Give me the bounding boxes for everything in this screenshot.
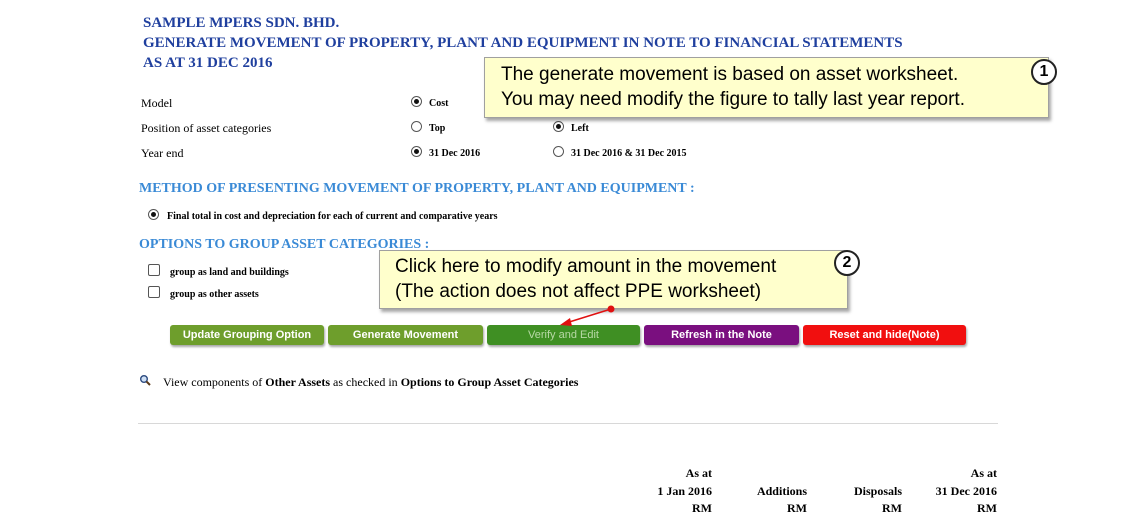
callout-1-line2: You may need modify the figure to tally … <box>501 89 965 110</box>
method-final-total-label: Final total in cost and depreciation for… <box>167 211 498 222</box>
group-land-buildings-checkbox[interactable] <box>148 264 160 276</box>
view-prefix: View components of <box>163 375 266 389</box>
col-additions-l2: Additions <box>756 484 807 498</box>
year-end-both-radio[interactable] <box>553 146 564 157</box>
options-group-link[interactable]: Options to Group Asset Categories <box>401 375 579 389</box>
report-date: AS AT 31 DEC 2016 <box>143 55 273 71</box>
method-heading: METHOD OF PRESENTING MOVEMENT OF PROPERT… <box>139 181 695 196</box>
callout-1: The generate movement is based on asset … <box>484 57 1049 118</box>
page-title: GENERATE MOVEMENT OF PROPERTY, PLANT AND… <box>143 35 903 51</box>
method-final-total-radio[interactable] <box>148 209 159 220</box>
company-name: SAMPLE MPERS SDN. BHD. <box>143 15 340 31</box>
col-close-l3: RM <box>977 501 997 515</box>
refresh-note-button[interactable]: Refresh in the Note <box>644 325 799 345</box>
position-top-radio[interactable] <box>411 121 422 132</box>
model-cost-label: Cost <box>429 98 449 109</box>
callout-1-badge: 1 <box>1031 59 1057 85</box>
divider <box>138 423 998 424</box>
callout-2-badge: 2 <box>834 250 860 276</box>
update-grouping-button[interactable]: Update Grouping Option <box>170 325 324 345</box>
group-land-buildings-label: group as land and buildings <box>170 267 289 278</box>
group-other-assets-label: group as other assets <box>170 289 259 300</box>
year-end-label: Year end <box>141 146 184 160</box>
callout-2-line1: Click here to modify amount in the movem… <box>395 256 777 277</box>
pointer-arrow-icon <box>560 305 615 326</box>
generate-movement-button[interactable]: Generate Movement <box>328 325 483 345</box>
col-close-l1: As at <box>970 466 997 480</box>
year-end-2016-radio[interactable] <box>411 146 422 157</box>
col-additions-l3: RM <box>787 501 807 515</box>
col-close-l2: 31 Dec 2016 <box>935 484 997 498</box>
position-top-label: Top <box>429 123 446 134</box>
year-end-2016-label: 31 Dec 2016 <box>429 148 481 159</box>
reset-hide-button[interactable]: Reset and hide(Note) <box>803 325 966 345</box>
magnifier-icon[interactable] <box>139 373 151 386</box>
view-components-text: View components of Other Assets as check… <box>163 375 578 390</box>
group-other-assets-checkbox[interactable] <box>148 286 160 298</box>
col-open-l3: RM <box>692 501 712 515</box>
col-open-l2: 1 Jan 2016 <box>657 484 712 498</box>
year-end-both-label: 31 Dec 2016 & 31 Dec 2015 <box>571 148 687 159</box>
other-assets-link[interactable]: Other Assets <box>265 375 330 389</box>
col-open-l1: As at <box>685 466 712 480</box>
position-left-radio[interactable] <box>553 121 564 132</box>
view-middle: as checked in <box>330 375 401 389</box>
position-label: Position of asset categories <box>141 121 272 135</box>
model-cost-radio[interactable] <box>411 96 422 107</box>
model-label: Model <box>141 96 173 110</box>
callout-1-line1: The generate movement is based on asset … <box>501 64 959 85</box>
position-left-label: Left <box>571 123 589 134</box>
